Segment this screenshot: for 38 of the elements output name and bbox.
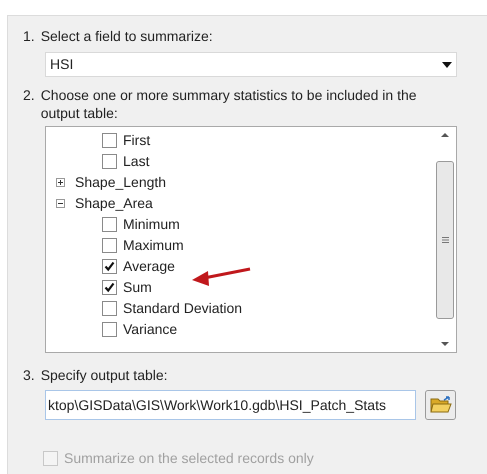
field-label[interactable]: Shape_Length <box>75 172 166 193</box>
browse-folder-button[interactable] <box>425 390 456 420</box>
checkbox[interactable] <box>102 301 117 316</box>
field-value: ktop\GISData\GIS\Work\Work10.gdb\HSI_Patch_Stats <box>48 396 386 415</box>
output-table-field[interactable]: ktop\GISData\GIS\Work\Work10.gdb\HSI_Patch_Stats <box>45 390 416 420</box>
folder-icon <box>430 396 452 414</box>
statistic-label[interactable]: Variance <box>123 319 178 340</box>
statistic-label[interactable]: Standard Deviation <box>123 298 242 319</box>
scroll-thumb[interactable] <box>436 160 454 318</box>
statistic-label[interactable]: Sum <box>123 277 152 298</box>
statistic-label[interactable]: Minimum <box>123 214 180 235</box>
step-label: Select a field to summarize: <box>40 27 213 46</box>
checkbox-label: Summarize on the selected records only <box>64 449 314 468</box>
checkbox[interactable] <box>102 154 117 169</box>
checkbox[interactable] <box>102 238 117 253</box>
step-number: 1. <box>23 27 35 46</box>
checkbox[interactable] <box>102 322 117 337</box>
statistic-label[interactable]: Average <box>123 256 175 277</box>
grip-icon <box>442 236 448 242</box>
step-number: 2. <box>23 86 35 105</box>
dropdown-value: HSI <box>50 55 74 74</box>
dropdown-arrow-icon <box>442 62 452 68</box>
statistic-label[interactable]: Last <box>123 151 150 172</box>
checkbox[interactable] <box>102 133 117 148</box>
checkbox[interactable] <box>102 217 117 232</box>
scroll-up-icon[interactable] <box>441 133 449 137</box>
statistic-label[interactable]: Maximum <box>123 235 184 256</box>
field-label[interactable]: Shape_Area <box>75 193 153 214</box>
scroll-down-icon[interactable] <box>441 342 449 346</box>
step-label: Choose one or more summary statistics to be included in the output table: <box>40 86 418 122</box>
checkbox[interactable] <box>102 280 117 295</box>
statistic-label[interactable]: First <box>123 130 150 151</box>
collapse-icon[interactable] <box>56 199 65 208</box>
expand-icon[interactable] <box>56 178 65 187</box>
step-label: Specify output table: <box>40 366 168 385</box>
checkbox[interactable] <box>102 259 117 274</box>
step-number: 3. <box>23 366 35 385</box>
field-dropdown[interactable]: HSI <box>45 52 457 77</box>
